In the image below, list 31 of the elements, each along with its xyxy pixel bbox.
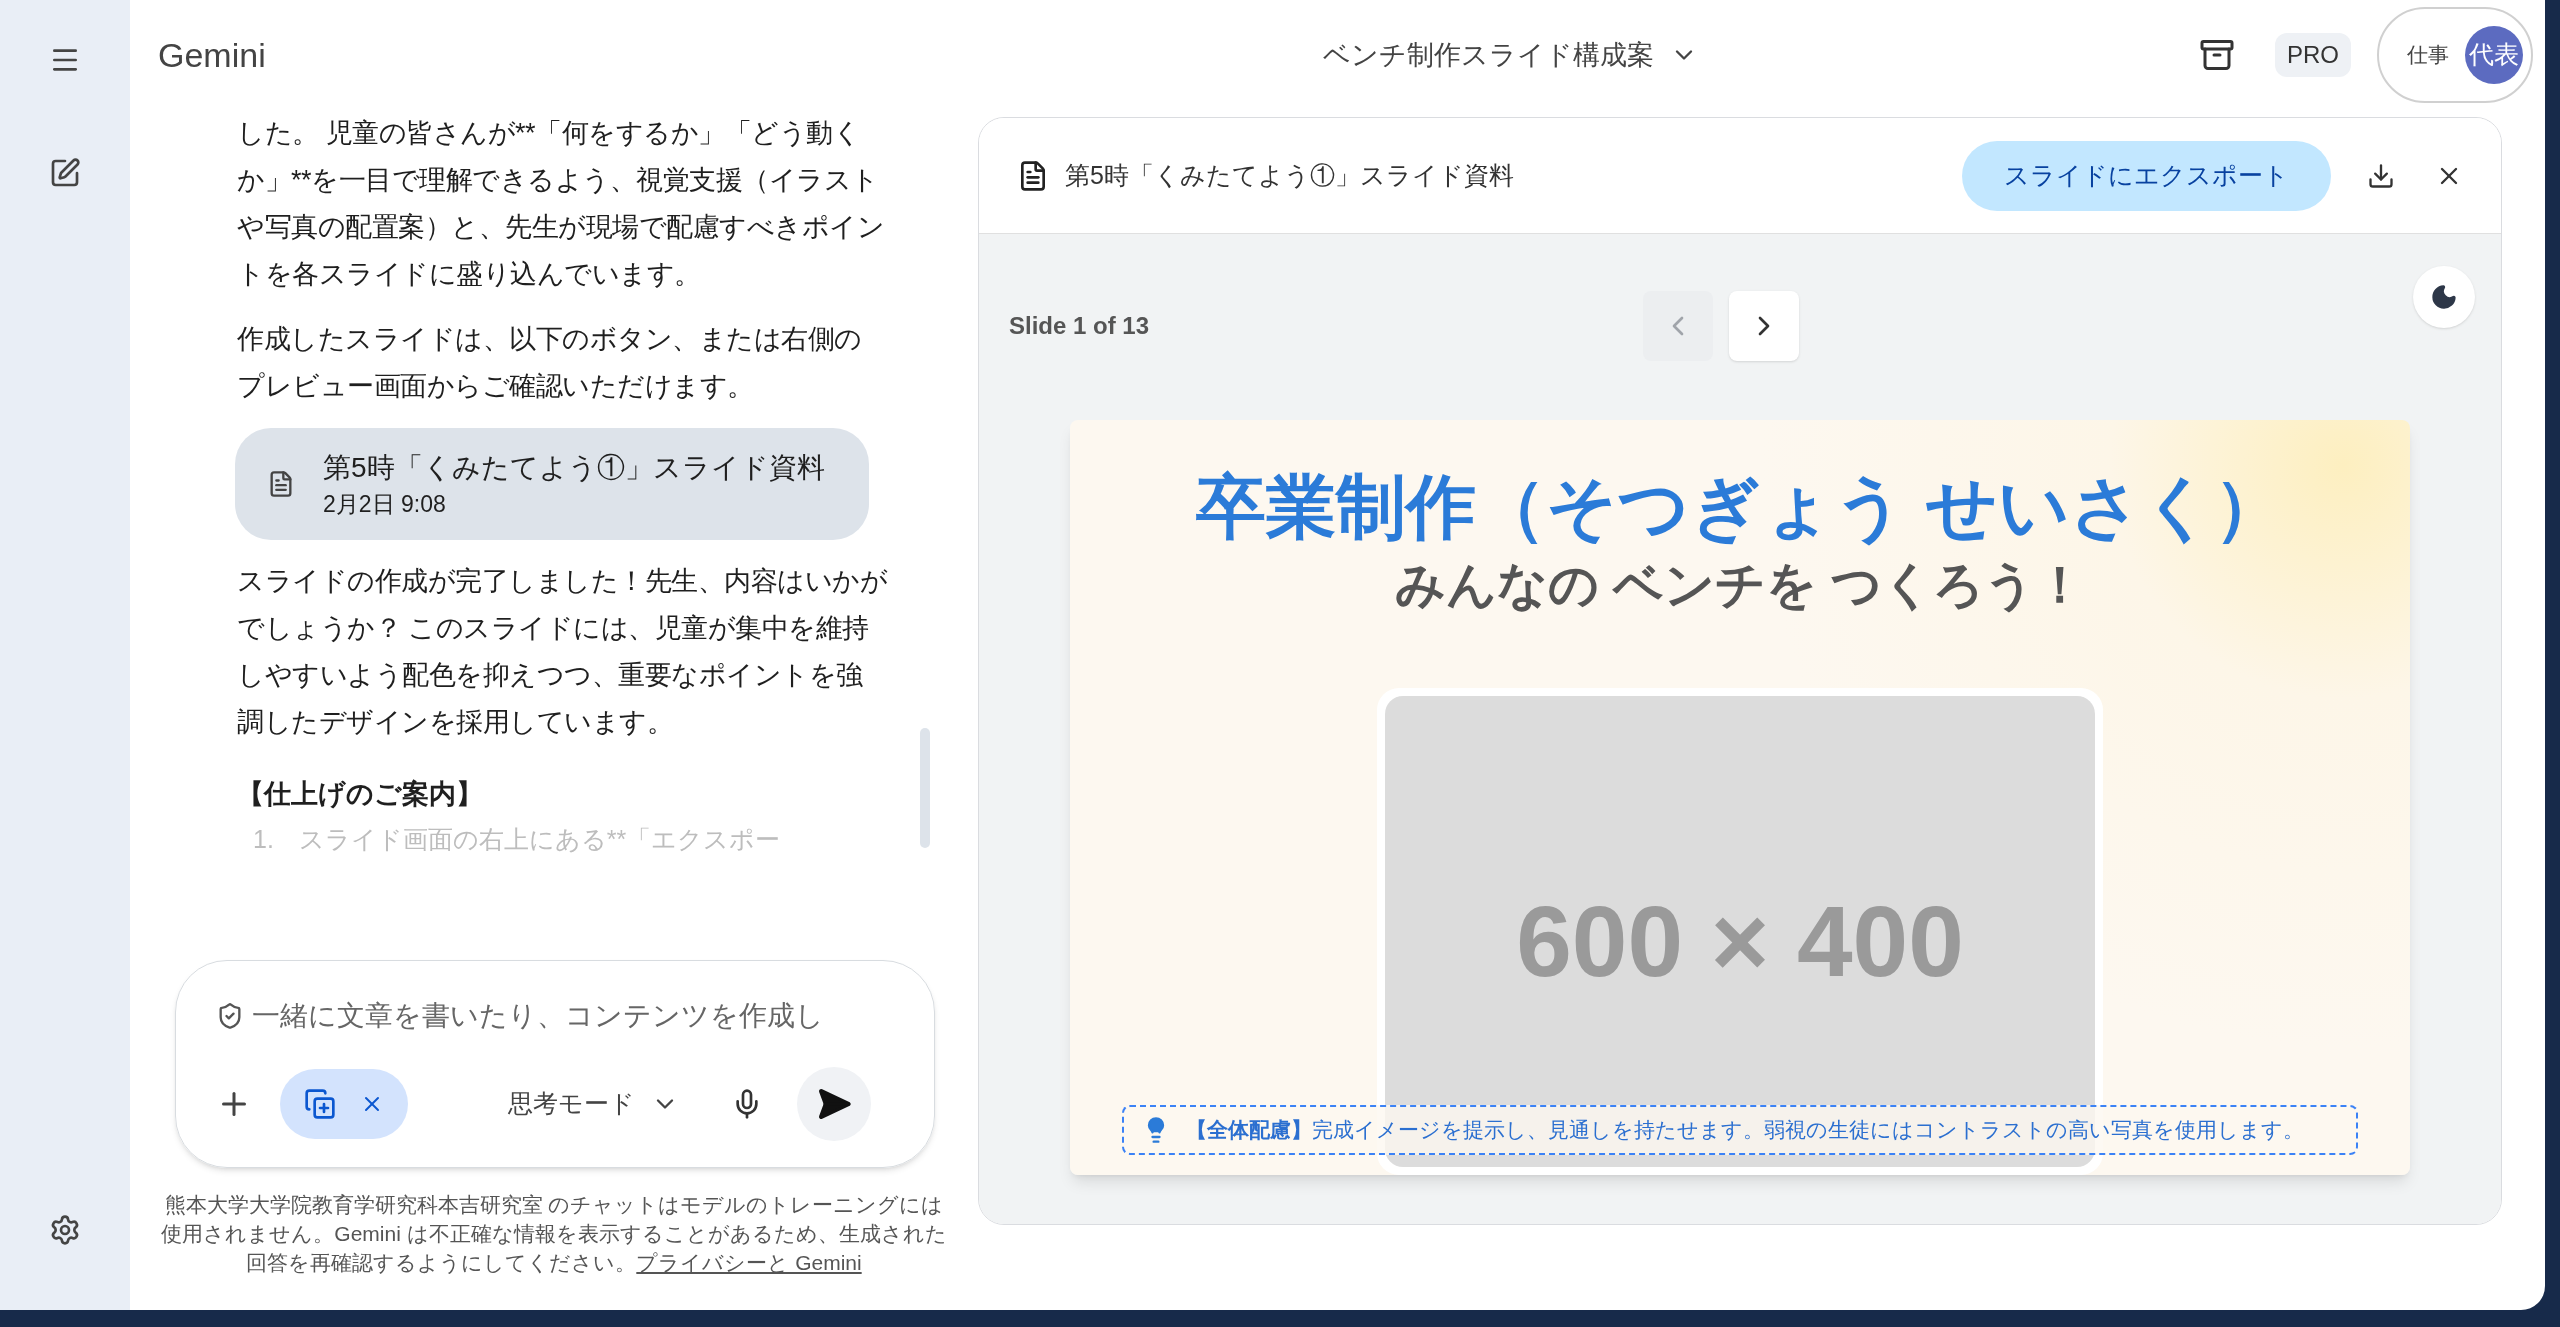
avatar: 代表 — [2465, 26, 2523, 84]
panel-title: 第5時「くみたてよう①」スライド資料 — [1065, 159, 1514, 191]
slide-counter: Slide 1 of 13 — [1009, 311, 1151, 341]
file-card[interactable]: 第5時「くみたてよう①」スライド資料 2月2日 9:08 — [235, 428, 869, 540]
slide-subtitle: みんなの ベンチを つくろう！ — [1395, 556, 2085, 615]
conversation-title[interactable]: ベンチ制作スライド構成案 — [1323, 34, 1698, 76]
moon-icon — [2430, 283, 2458, 311]
file-date: 2月2日 9:08 — [323, 490, 447, 519]
slide-title: 卒業制作（そつぎょう せいさく） — [1196, 467, 2284, 548]
scrollbar-thumb[interactable] — [920, 728, 930, 848]
chat-paragraph: 作成したスライドは、以下のボタン、または右側のプレビュー画面からご確認いただけます。 — [237, 323, 863, 403]
download-icon[interactable] — [2367, 161, 2395, 190]
disclaimer: 熊本大学大学院教育学研究科本吉研究室 のチャットはモデルのトレーニングには使用されません。Gemini は不正確な情報を表示することがあるため、生成された回答を再確認するようにしてください。プライバシーと Gemini — [160, 1192, 948, 1276]
prompt-input[interactable]: 一緒に文章を書いたり、コンテンツを作成し — [252, 995, 894, 1037]
account-switcher[interactable]: 仕事 代表 — [2377, 7, 2533, 103]
list-item: 1. スライド画面の右上にある**「エクスポー — [252, 824, 782, 855]
section-heading: 【仕上げのご案内】 — [237, 778, 484, 811]
app-name: Gemini — [158, 34, 267, 76]
mode-selector[interactable]: 思考モード — [508, 1085, 679, 1123]
tray-icon[interactable] — [2199, 37, 2235, 73]
chat-paragraph: した。 児童の皆さんが**「何をするか」「どう動くか」**を一目で理解できるよう、視覚支援（イラストや写真の配置案）と、先生が現場で配慮すべきポイントを各スライドに盛り込んでいます。 — [237, 117, 885, 291]
file-title: 第5時「くみたてよう①」スライド資料 — [323, 451, 825, 485]
chat-paragraph: スライドの作成が完了しました！先生、内容はいかがでしょうか？ このスライドには、児童が集中を維持しやすいよう配色を抑えつつ、重要なポイントを強調したデザインを採用しています。 — [237, 565, 888, 739]
privacy-link[interactable]: プライバシーと Gemini — [636, 1251, 862, 1274]
plan-badge: PRO — [2275, 33, 2351, 77]
placeholder-label: 600 × 400 — [1516, 884, 1964, 999]
canvas-icon — [304, 1088, 336, 1120]
dark-mode-toggle[interactable] — [2413, 266, 2475, 328]
note-text: 【全体配慮】完成イメージを提示し、見通しを持たせます。弱視の生徒にはコントラストの高い写真を使用します。 — [1186, 1117, 2304, 1144]
send-icon — [816, 1086, 852, 1122]
export-button[interactable]: スライドにエクスポート — [1962, 140, 2331, 211]
